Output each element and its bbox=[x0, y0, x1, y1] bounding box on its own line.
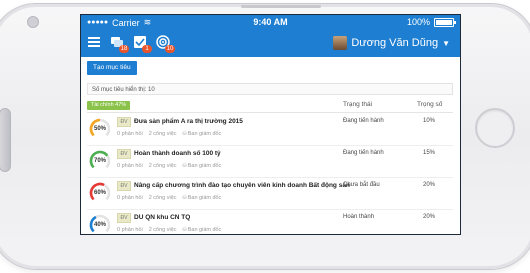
column-header-status: Trạng thái bbox=[343, 101, 373, 108]
progress-percent: 40% bbox=[93, 222, 106, 228]
progress-percent: 50% bbox=[93, 126, 106, 132]
messages-icon[interactable]: 18 bbox=[110, 35, 129, 53]
goal-weight: 20% bbox=[423, 214, 436, 220]
front-camera bbox=[27, 16, 39, 28]
goal-title[interactable]: Đưa sản phẩm A ra thị trường 2015 bbox=[134, 118, 243, 125]
task-count[interactable]: 2 công việc bbox=[149, 195, 177, 201]
goal-status: Hoàn thành bbox=[343, 214, 375, 220]
feedback-count[interactable]: 0 phản hồi bbox=[117, 227, 143, 233]
task-count[interactable]: 2 công việc bbox=[149, 227, 177, 233]
unit-tag: ĐV bbox=[117, 117, 131, 127]
goal-meta: 0 phản hồi 2 công việc Ban giám đốc bbox=[117, 195, 221, 201]
battery-icon bbox=[434, 17, 456, 27]
goal-row[interactable]: 60% ĐV Nâng cấp chương trình đào tạo chuyê… bbox=[87, 178, 453, 210]
top-navbar: 18 1 10 Dương Văn Dũng ▼ bbox=[81, 30, 460, 57]
owner-label: Ban giám đốc bbox=[183, 163, 222, 169]
group-badge[interactable]: Tài chính 47% bbox=[87, 101, 131, 110]
create-goal-button[interactable]: Tạo mục tiêu bbox=[87, 61, 137, 75]
unit-tag: ĐV bbox=[117, 181, 131, 191]
status-bar: ●●●●● Carrier ≋ 9:40 AM 100% bbox=[81, 15, 460, 30]
goal-status: Đang tiến hành bbox=[343, 118, 384, 124]
header-divider bbox=[87, 112, 453, 113]
goal-row[interactable]: 40% ĐV DU QN khu CN TQ 0 phản hồi 2 công việ… bbox=[87, 210, 453, 234]
owner-label: Ban giám đốc bbox=[183, 227, 222, 233]
avatar bbox=[333, 36, 348, 50]
goal-meta: 0 phản hồi 2 công việc Ban giám đốc bbox=[117, 227, 221, 233]
goals-badge: 10 bbox=[165, 45, 175, 53]
goal-row[interactable]: 50% ĐV Đưa sản phẩm A ra thị trường 2015 0 … bbox=[87, 114, 453, 146]
menu-icon[interactable] bbox=[87, 35, 101, 49]
owner-label: Ban giám đốc bbox=[183, 131, 222, 137]
goal-meta: 0 phản hồi 2 công việc Ban giám đốc bbox=[117, 131, 221, 137]
owner-label: Ban giám đốc bbox=[183, 195, 222, 201]
user-menu[interactable]: Dương Văn Dũng ▼ bbox=[333, 36, 450, 50]
tasks-badge: 1 bbox=[142, 45, 152, 53]
app-screen: ●●●●● Carrier ≋ 9:40 AM 100% 18 1 10 Dươ… bbox=[80, 14, 461, 235]
task-count[interactable]: 2 công việc bbox=[149, 163, 177, 169]
messages-badge: 18 bbox=[119, 45, 129, 53]
goal-count: Số mục tiêu hiển thị: 10 bbox=[87, 83, 453, 95]
goal-status: Đang tiến hành bbox=[343, 150, 384, 156]
feedback-count[interactable]: 0 phản hồi bbox=[117, 163, 143, 169]
goal-title[interactable]: Nâng cấp chương trình đào tạo chuyên viê… bbox=[134, 182, 350, 189]
column-header-weight: Trọng số bbox=[417, 101, 443, 108]
earpiece-speaker bbox=[0, 108, 11, 172]
feedback-count[interactable]: 0 phản hồi bbox=[117, 195, 143, 201]
task-count[interactable]: 2 công việc bbox=[149, 131, 177, 137]
goal-weight: 15% bbox=[423, 150, 436, 156]
goal-row[interactable]: 70% ĐV Hoàn thành doanh số 100 tỷ 0 phản hồ… bbox=[87, 146, 453, 178]
goal-meta: 0 phản hồi 2 công việc Ban giám đốc bbox=[117, 163, 221, 169]
clock: 9:40 AM bbox=[253, 17, 288, 27]
goal-weight: 20% bbox=[423, 182, 436, 188]
unit-tag: ĐV bbox=[117, 213, 131, 223]
goal-title[interactable]: DU QN khu CN TQ bbox=[134, 214, 190, 221]
goal-title[interactable]: Hoàn thành doanh số 100 tỷ bbox=[134, 150, 221, 157]
user-name: Dương Văn Dũng bbox=[351, 37, 439, 49]
caret-down-icon: ▼ bbox=[442, 38, 450, 48]
toolbar: Tạo mục tiêu bbox=[81, 57, 460, 79]
list-header: Tài chính 47% Trạng thái Trọng số bbox=[87, 100, 453, 112]
progress-percent: 60% bbox=[93, 190, 106, 196]
battery-percent: 100% bbox=[406, 17, 430, 27]
home-button[interactable] bbox=[475, 108, 515, 148]
feedback-count[interactable]: 0 phản hồi bbox=[117, 131, 143, 137]
phone-top-edge bbox=[241, 5, 321, 8]
goal-weight: 10% bbox=[423, 118, 436, 124]
unit-tag: ĐV bbox=[117, 149, 131, 159]
tasks-icon[interactable]: 1 bbox=[133, 35, 152, 53]
progress-percent: 70% bbox=[93, 158, 106, 164]
goal-status: Chưa bắt đầu bbox=[343, 182, 380, 188]
goals-icon[interactable]: 10 bbox=[156, 35, 175, 53]
